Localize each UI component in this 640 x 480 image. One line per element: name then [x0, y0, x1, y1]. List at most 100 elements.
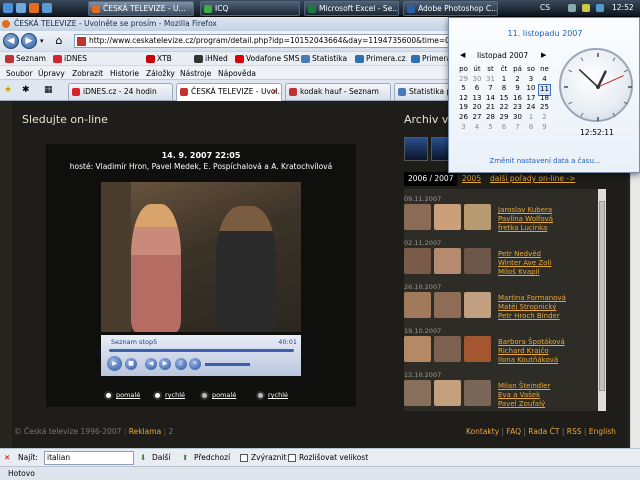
calendar-day[interactable]: 31: [484, 75, 497, 85]
firefox-quicklaunch-icon[interactable]: [29, 3, 39, 13]
calendar-day[interactable]: 9: [538, 123, 551, 133]
footer-link-rada[interactable]: Rada ČT: [528, 427, 559, 436]
guest-photo[interactable]: [434, 380, 461, 406]
calendar-day[interactable]: 23: [511, 103, 524, 113]
guest-link[interactable]: Miloš Kvapil: [498, 268, 539, 276]
tab-list-icon[interactable]: ▦: [44, 85, 53, 95]
calendar-day[interactable]: 1: [525, 113, 538, 123]
tab-ceska-televize[interactable]: ČESKÁ TELEVIZE - Uvol... ✕: [176, 83, 282, 101]
find-prev-icon[interactable]: ⬆: [182, 452, 188, 464]
calendar-day[interactable]: 27: [471, 113, 484, 123]
guest-link[interactable]: Petr Hroch Binder: [498, 312, 560, 320]
calendar-long-date[interactable]: 11. listopadu 2007: [449, 29, 640, 38]
taskbar-button-photoshop[interactable]: Adobe Photoshop C...: [403, 1, 498, 16]
volume-icon[interactable]: [582, 4, 590, 12]
guest-link[interactable]: Pavel Zoufalý: [498, 400, 545, 408]
calendar-day[interactable]: 29: [498, 113, 511, 123]
calendar-day[interactable]: 18: [538, 94, 551, 104]
find-prev-button[interactable]: Předchozí: [194, 452, 230, 464]
calendar-day[interactable]: 7: [484, 84, 497, 94]
footer-link-english[interactable]: English: [589, 427, 616, 436]
find-next-button[interactable]: Další: [152, 452, 170, 464]
calendar-day[interactable]: 2: [538, 113, 551, 123]
calendar-day[interactable]: 17: [525, 94, 538, 104]
close-find-icon[interactable]: ✕: [4, 452, 10, 464]
calendar-day[interactable]: 2: [511, 75, 524, 85]
archive-thumbnail[interactable]: [404, 137, 428, 161]
guest-link[interactable]: Pavlína Wolfová: [498, 215, 553, 223]
network-icon[interactable]: [568, 4, 576, 12]
calendar-month[interactable]: listopad 2007: [477, 51, 528, 60]
guest-photo[interactable]: [404, 336, 431, 362]
guest-photo[interactable]: [464, 336, 491, 362]
start-orb-icon[interactable]: [3, 3, 13, 13]
guest-photo[interactable]: [404, 380, 431, 406]
guest-photo[interactable]: [404, 292, 431, 318]
footer-link-faq[interactable]: FAQ: [506, 427, 521, 436]
calendar-day[interactable]: 6: [498, 123, 511, 133]
guest-photo[interactable]: [434, 204, 461, 230]
change-datetime-link[interactable]: Změnit nastavení data a času...: [449, 157, 640, 165]
calendar-next-month-icon[interactable]: ▶: [541, 51, 546, 59]
guest-photo[interactable]: [404, 204, 431, 230]
guest-link[interactable]: fretka Lucinka: [498, 224, 547, 232]
bookmark-statistika[interactable]: Statistika: [300, 53, 347, 65]
calendar-day[interactable]: 10: [525, 84, 538, 94]
archive-scrollbar-thumb[interactable]: [599, 201, 605, 391]
history-dropdown-icon[interactable]: ▾: [40, 37, 44, 45]
bookmark-primera[interactable]: Primera: [410, 53, 451, 65]
tray-app-icon[interactable]: [596, 4, 604, 12]
calendar-day[interactable]: 3: [525, 75, 538, 85]
guest-photo[interactable]: [434, 292, 461, 318]
show-desktop-icon[interactable]: [16, 3, 26, 13]
archive-tab-2005[interactable]: 2005: [458, 172, 485, 186]
guest-link[interactable]: Milan Šteindler: [498, 382, 550, 390]
tab-idnes[interactable]: iDNES.cz - 24 hodin: [68, 83, 173, 100]
seek-bar[interactable]: [109, 349, 294, 352]
bookmark-idnes[interactable]: iDNES: [52, 53, 87, 65]
guest-photo[interactable]: [434, 336, 461, 362]
calendar-day[interactable]: 1: [498, 75, 511, 85]
highlight-checkbox[interactable]: Zvýraznit: [240, 452, 286, 464]
find-next-icon[interactable]: ⬇: [140, 452, 146, 464]
calendar-day[interactable]: 4: [471, 123, 484, 133]
menu-nastroje[interactable]: Nástroje: [180, 68, 211, 79]
previous-button[interactable]: ◀: [145, 358, 157, 370]
calendar-day[interactable]: 15: [498, 94, 511, 104]
guest-link[interactable]: Barbora Špotáková: [498, 338, 565, 346]
quality-real-slow[interactable]: pomalé: [200, 391, 236, 400]
menu-upravy[interactable]: Úpravy: [38, 68, 65, 79]
calendar-day[interactable]: 30: [471, 75, 484, 85]
guest-link[interactable]: Eva a Vašek: [498, 391, 540, 399]
next-button[interactable]: ▶: [159, 358, 171, 370]
bookmark-xtb[interactable]: XTB: [145, 53, 172, 65]
footer-link-rss[interactable]: RSS: [567, 427, 582, 436]
taskbar-button-excel[interactable]: Microsoft Excel - Se...: [304, 1, 399, 16]
guest-link[interactable]: Martina Formanová: [498, 294, 566, 302]
archive-scrollbar[interactable]: [598, 189, 606, 411]
stop-button[interactable]: ■: [125, 358, 137, 370]
volume-slider[interactable]: [205, 363, 250, 366]
tab-kodak[interactable]: kodak hauf - Seznam: [285, 83, 391, 100]
play-button[interactable]: ▶: [107, 356, 122, 371]
archive-tab-more[interactable]: další pořady on-line ->: [486, 172, 579, 186]
calendar-day[interactable]: 5: [457, 84, 470, 94]
explorer-quicklaunch-icon[interactable]: [42, 3, 52, 13]
calendar-day[interactable]: 26: [457, 113, 470, 123]
calendar-day[interactable]: 5: [484, 123, 497, 133]
quality-wmp-slow[interactable]: pomalé: [104, 391, 140, 400]
guest-link[interactable]: Matěj Stropnický: [498, 303, 556, 311]
calendar-day[interactable]: 20: [471, 103, 484, 113]
calendar-day[interactable]: 16: [511, 94, 524, 104]
mute-button[interactable]: •: [189, 358, 201, 370]
guest-link[interactable]: Winter Ave Zoli: [498, 259, 551, 267]
calendar-day[interactable]: 21: [484, 103, 497, 113]
calendar-day[interactable]: 8: [498, 84, 511, 94]
menu-napoveda[interactable]: Nápověda: [218, 68, 256, 79]
guest-link[interactable]: Ilona Koutňáková: [498, 356, 558, 364]
bookmark-seznam[interactable]: Seznam: [4, 53, 46, 65]
menu-historie[interactable]: Historie: [110, 68, 139, 79]
match-case-checkbox[interactable]: Rozlišovat velikost: [288, 452, 368, 464]
calendar-day[interactable]: 4: [538, 75, 551, 85]
close-tab-icon[interactable]: ✕: [271, 84, 278, 100]
